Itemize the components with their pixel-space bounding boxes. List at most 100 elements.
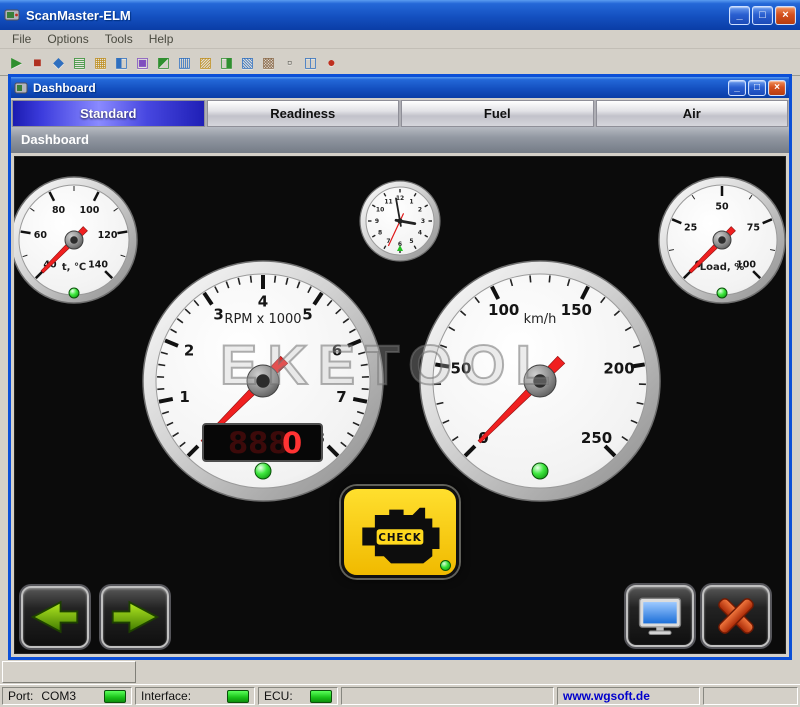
svg-text:1: 1 [179, 388, 189, 406]
tab-readiness[interactable]: Readiness [207, 100, 400, 127]
svg-text:3: 3 [213, 306, 223, 324]
svg-text:9: 9 [375, 218, 379, 225]
svg-text:60: 60 [34, 230, 48, 241]
prev-button[interactable] [21, 586, 89, 648]
port-label: Port: [8, 689, 33, 703]
close-x-icon [710, 595, 762, 637]
connect-icon[interactable]: ▶ [6, 50, 27, 74]
menu-file[interactable]: File [4, 31, 39, 47]
dashboard-minimize-button[interactable]: _ [728, 80, 746, 96]
exit-button[interactable] [702, 585, 770, 647]
svg-text:5: 5 [409, 238, 413, 245]
dashboard-window-title: Dashboard [33, 81, 726, 95]
rpm-gauge: 012345678RPM x 1000 [143, 261, 383, 501]
scanmaster-window: ScanMaster-ELM _ □ × File Options Tools … [0, 0, 800, 707]
arrow-right-icon [109, 598, 161, 636]
main-titlebar[interactable]: ScanMaster-ELM _ □ × [0, 0, 800, 30]
check-engine-icon: CHECK [354, 497, 446, 567]
port-status-cell: Port: COM3 [2, 687, 132, 705]
svg-text:100: 100 [80, 205, 100, 216]
o2-test-icon[interactable]: ◩ [153, 50, 174, 74]
tab-air[interactable]: Air [596, 100, 789, 127]
ecu-status-cell: ECU: [258, 687, 338, 705]
menu-tools[interactable]: Tools [97, 31, 141, 47]
dashboard-icon[interactable]: ◨ [216, 50, 237, 74]
ecu-label: ECU: [264, 689, 293, 703]
read-codes-icon[interactable]: ▤ [69, 50, 90, 74]
window-title: ScanMaster-ELM [26, 8, 727, 23]
app-icon [4, 8, 20, 22]
svg-text:Load, %: Load, % [700, 262, 744, 273]
vehicle-info-icon[interactable]: ▨ [195, 50, 216, 74]
minimize-button[interactable]: _ [729, 6, 750, 25]
svg-text:75: 75 [747, 222, 760, 233]
clock-gauge: 121234567891011 [360, 181, 440, 261]
port-status-lamp [104, 690, 126, 703]
display-button[interactable] [626, 585, 694, 647]
port-value: COM3 [41, 689, 76, 703]
dashboard-header-label: Dashboard [21, 132, 89, 147]
status-end-cell [703, 687, 798, 705]
svg-text:200: 200 [603, 360, 634, 378]
svg-text:25: 25 [684, 222, 697, 233]
svg-text:2: 2 [418, 207, 422, 214]
tab-fuel[interactable]: Fuel [401, 100, 594, 127]
check-led [440, 560, 451, 571]
coolant-temp-gauge: 406080100120140t, ℃ [14, 177, 137, 303]
docked-panel-tab[interactable] [2, 661, 136, 683]
freeze-frame-icon[interactable]: ▣ [132, 50, 153, 74]
dashboard-header: Dashboard [11, 127, 789, 153]
svg-text:50: 50 [715, 201, 729, 212]
svg-text:10: 10 [376, 207, 384, 214]
svg-text:250: 250 [581, 429, 612, 447]
dashboard-close-button[interactable]: × [768, 80, 786, 96]
website-link[interactable]: www.wgsoft.de [563, 689, 650, 703]
next-button[interactable] [101, 586, 169, 648]
status-bar: Port: COM3 Interface: ECU: www.wgsoft.de [0, 684, 800, 707]
svg-text:80: 80 [52, 205, 66, 216]
live-data-icon[interactable]: ◧ [111, 50, 132, 74]
settings-icon[interactable]: ◫ [300, 50, 321, 74]
help-icon[interactable]: ● [321, 50, 342, 74]
dashboard-window: Dashboard _ □ × Standard Readiness Fuel … [8, 74, 792, 660]
svg-text:888: 888 [228, 426, 289, 460]
tab-bar: Standard Readiness Fuel Air [11, 100, 789, 127]
maximize-button[interactable]: □ [752, 6, 773, 25]
dashboard-window-icon [14, 82, 28, 94]
ecu-status-lamp [310, 690, 332, 703]
tab-standard[interactable]: Standard [12, 100, 205, 127]
monitor-test-icon[interactable]: ▥ [174, 50, 195, 74]
svg-text:11: 11 [384, 198, 392, 205]
arrow-left-icon [29, 598, 81, 636]
interface-status-cell: Interface: [135, 687, 255, 705]
svg-text:2: 2 [184, 342, 194, 360]
svg-text:t, ℃: t, ℃ [62, 262, 86, 273]
dashboard-titlebar[interactable]: Dashboard _ □ × [11, 77, 789, 98]
engine-load-gauge: 0255075100Load, % [659, 177, 785, 303]
svg-text:8: 8 [378, 230, 382, 237]
svg-text:4: 4 [258, 292, 268, 310]
svg-text:1: 1 [409, 198, 413, 205]
clear-codes-icon[interactable]: ▦ [90, 50, 111, 74]
reset-icon[interactable]: ◆ [48, 50, 69, 74]
toolbar: ▶■◆▤▦◧▣◩▥▨◨▧▩▫◫● [0, 49, 800, 76]
menu-bar: File Options Tools Help [0, 30, 800, 49]
interface-status-lamp [227, 690, 249, 703]
print-icon[interactable]: ▫ [279, 50, 300, 74]
menu-help[interactable]: Help [141, 31, 182, 47]
svg-text:120: 120 [98, 230, 118, 241]
check-label: CHECK [378, 532, 421, 544]
dashboard-maximize-button[interactable]: □ [748, 80, 766, 96]
check-engine-indicator: CHECK [341, 486, 459, 578]
monitor-icon [634, 595, 686, 637]
svg-text:150: 150 [561, 301, 592, 319]
svg-text:RPM x 1000: RPM x 1000 [224, 312, 301, 327]
menu-options[interactable]: Options [39, 31, 96, 47]
svg-text:6: 6 [332, 342, 342, 360]
svg-text:50: 50 [451, 360, 472, 378]
log-icon[interactable]: ▩ [258, 50, 279, 74]
graph-icon[interactable]: ▧ [237, 50, 258, 74]
disconnect-icon[interactable]: ■ [27, 50, 48, 74]
svg-text:3: 3 [421, 218, 425, 225]
close-button[interactable]: × [775, 6, 796, 25]
